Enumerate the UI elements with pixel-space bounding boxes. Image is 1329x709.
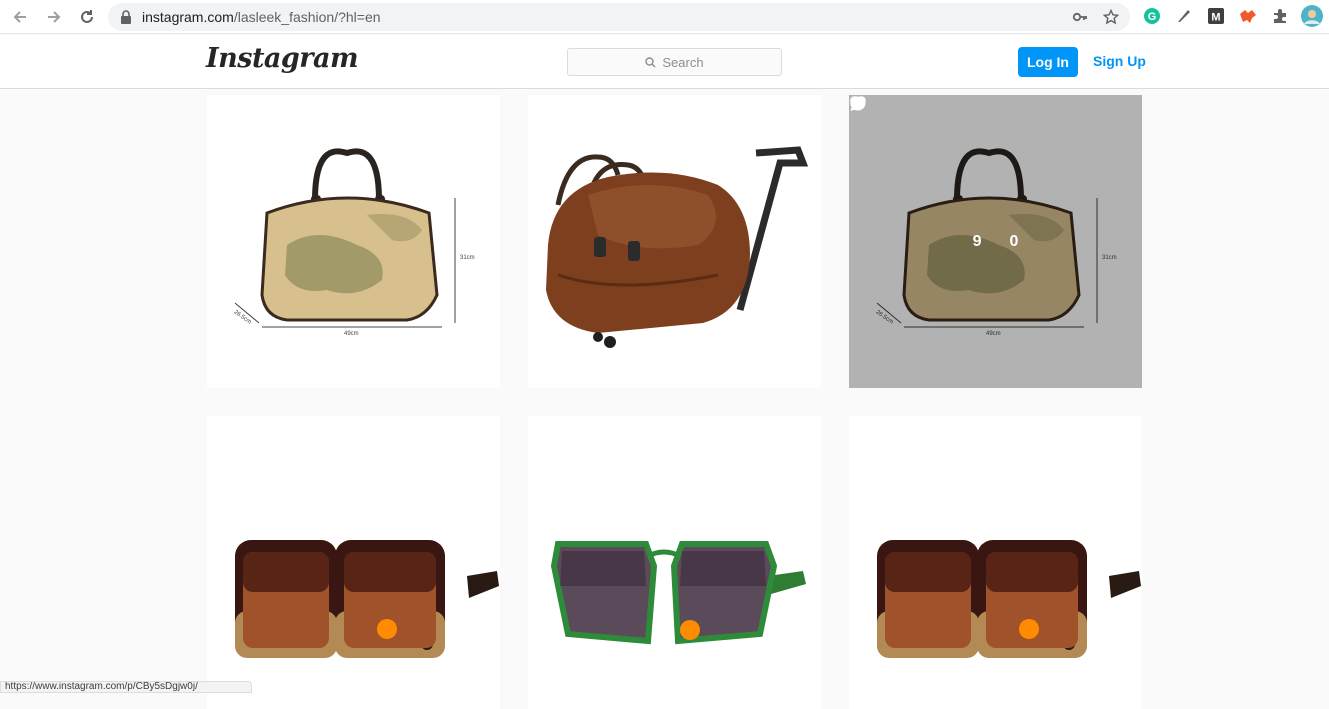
svg-text:G: G <box>1148 11 1157 23</box>
likes-stat: 9 <box>850 96 982 251</box>
height-dimension-label: 31cm <box>460 255 475 261</box>
key-icon[interactable] <box>1071 8 1089 26</box>
map-duffel-bag-image: 31cm 49cm 26.5cm <box>233 148 475 337</box>
instagram-logo[interactable]: Instagram <box>206 43 359 74</box>
quill-extension-icon[interactable] <box>1174 6 1194 26</box>
address-bar[interactable]: instagram.com/lasleek_fashion/?hl=en <box>108 3 1130 31</box>
instagram-header: Instagram Search Log In Sign Up <box>0 35 1329 89</box>
url-text: instagram.com/lasleek_fashion/?hl=en <box>142 9 381 25</box>
svg-text:M: M <box>1211 12 1220 24</box>
tortoise-sunglasses-image <box>235 540 499 658</box>
forward-button[interactable] <box>42 5 66 29</box>
green-sunglasses-image <box>550 541 806 645</box>
post-hover-overlay[interactable]: 9 0 <box>849 95 1142 388</box>
post-tile-map-bag-hovered[interactable]: 31cm 49cm 26.5cm 9 0 <box>849 95 1142 388</box>
likes-count: 9 <box>972 232 982 250</box>
post-tile-trolley-bag[interactable] <box>528 95 821 388</box>
fox-extension-icon[interactable] <box>1238 6 1258 26</box>
comment-bubble-icon <box>850 96 866 111</box>
reload-button[interactable] <box>75 5 99 29</box>
comments-count: 0 <box>1009 232 1019 250</box>
link-status-bubble: https://www.instagram.com/p/CBy5sDgjw0j/ <box>0 681 252 693</box>
comments-stat: 0 <box>850 96 1019 251</box>
profile-avatar-icon[interactable] <box>1300 4 1324 28</box>
depth-dimension-label: 26.5cm <box>233 309 253 325</box>
search-icon <box>645 56 656 67</box>
reload-icon <box>81 10 93 23</box>
post-tile-tortoise-sunglasses[interactable] <box>207 416 500 709</box>
bookmark-star-icon[interactable] <box>1102 8 1120 26</box>
back-arrow-icon <box>13 11 26 23</box>
extensions-puzzle-icon[interactable] <box>1270 6 1290 26</box>
forward-arrow-icon <box>48 11 61 23</box>
sign-up-link[interactable]: Sign Up <box>1093 53 1146 69</box>
tortoise-sunglasses-image <box>877 540 1141 658</box>
post-tile-green-sunglasses[interactable] <box>528 416 821 709</box>
grammarly-extension-icon[interactable]: G <box>1142 6 1162 26</box>
post-tile-tortoise-sunglasses-2[interactable] <box>849 416 1142 709</box>
search-placeholder: Search <box>662 54 704 70</box>
browser-toolbar: instagram.com/lasleek_fashion/?hl=en G M <box>0 0 1329 34</box>
url-host: instagram.com <box>142 9 234 25</box>
back-button[interactable] <box>8 5 32 29</box>
m-extension-icon[interactable]: M <box>1206 6 1226 26</box>
search-input[interactable]: Search <box>567 48 782 76</box>
url-path: /lasleek_fashion/?hl=en <box>233 9 381 25</box>
log-in-button[interactable]: Log In <box>1018 47 1078 77</box>
lock-icon <box>120 10 132 29</box>
width-dimension-label: 49cm <box>344 331 359 337</box>
brown-trolley-bag-image <box>546 146 809 348</box>
post-tile-map-bag[interactable]: 31cm 49cm 26.5cm <box>207 95 500 388</box>
